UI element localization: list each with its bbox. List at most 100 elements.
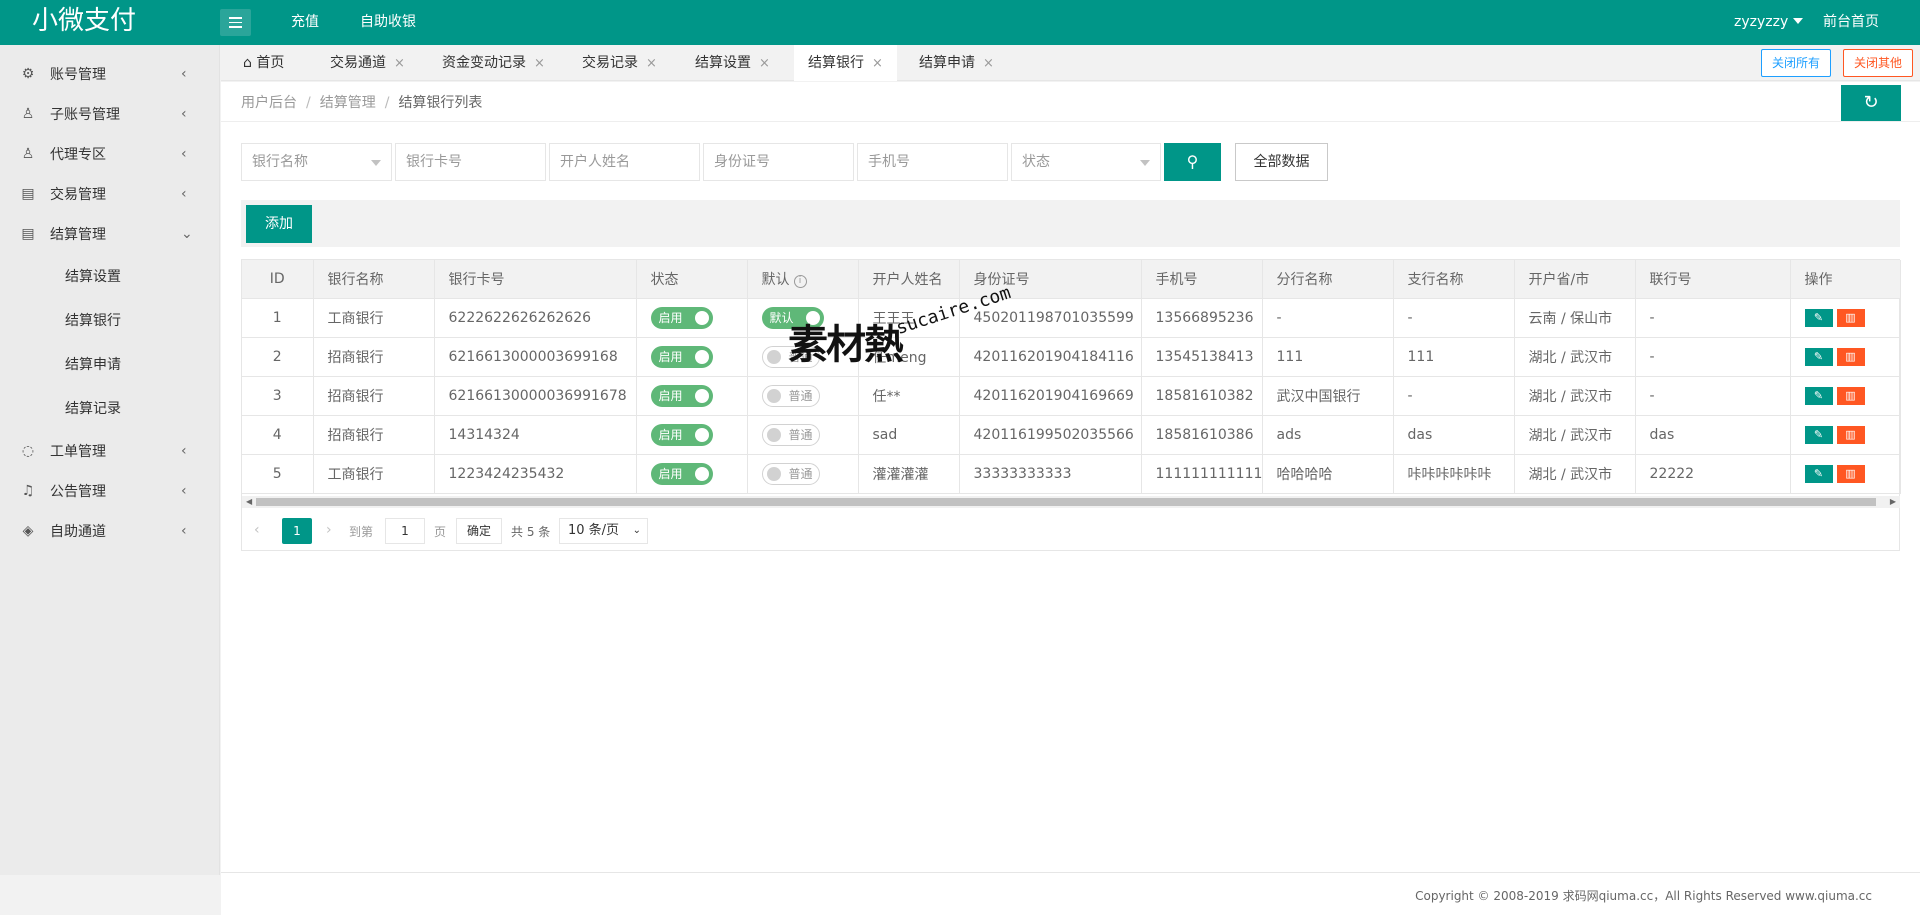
current-page[interactable]: 1	[282, 518, 312, 544]
next-page-icon[interactable]: ›	[326, 522, 332, 538]
tab-label: 首页	[256, 55, 285, 71]
caret-down-icon	[371, 160, 381, 166]
sidebar-item-account[interactable]: ⚙ 账号管理 ‹	[0, 54, 220, 94]
sidebar-item-trade[interactable]: ▤ 交易管理 ‹	[0, 174, 220, 214]
sidebar-subitem-settings[interactable]: 结算设置	[0, 254, 220, 298]
col-header-union[interactable]: 联行号	[1635, 260, 1791, 299]
breadcrumb-item[interactable]: 用户后台	[241, 95, 297, 111]
page-number-input[interactable]: 1	[385, 518, 425, 544]
col-header-subbranch[interactable]: 支行名称	[1393, 260, 1515, 299]
page-size-select[interactable]: 10 条/页 ⌄	[559, 518, 648, 544]
close-icon[interactable]: ×	[759, 56, 770, 71]
edit-icon[interactable]: ✎	[1804, 347, 1833, 366]
col-header-card[interactable]: 银行卡号	[434, 260, 637, 299]
id-number-input[interactable]: 身份证号	[703, 143, 854, 181]
sidebar-item-notice[interactable]: ♫ 公告管理 ‹	[0, 471, 220, 511]
close-icon[interactable]: ×	[534, 56, 545, 71]
close-icon[interactable]: ×	[983, 56, 994, 71]
status-toggle[interactable]: 启用	[650, 423, 713, 446]
scroll-right-icon[interactable]: ▶	[1890, 496, 1896, 508]
sidebar-subitem-records[interactable]: 结算记录	[0, 386, 220, 430]
col-header-status[interactable]: 状态	[636, 260, 748, 299]
delete-icon[interactable]: ▥	[1836, 386, 1865, 405]
horizontal-scrollbar[interactable]: ◀ ▶	[242, 496, 1900, 508]
refresh-button[interactable]: ↻	[1841, 85, 1901, 121]
status-toggle[interactable]: 启用	[650, 306, 713, 329]
sidebar-item-label: 自助通道	[50, 524, 106, 540]
chevron-left-icon: ‹	[181, 106, 187, 122]
card-number-input[interactable]: 银行卡号	[395, 143, 546, 181]
phone-input[interactable]: 手机号	[857, 143, 1008, 181]
tab-settlement-apply[interactable]: 结算申请 ×	[919, 45, 994, 81]
col-header-phone[interactable]: 手机号	[1141, 260, 1263, 299]
prev-page-icon[interactable]: ‹	[254, 522, 260, 538]
bank-name-select[interactable]: 银行名称	[241, 143, 392, 181]
status-toggle[interactable]: 启用	[650, 462, 713, 485]
front-home-link[interactable]: 前台首页	[1823, 0, 1879, 45]
tab-label: 交易记录	[582, 55, 638, 71]
sidebar-subitem-bank[interactable]: 结算银行	[0, 298, 220, 342]
scrollbar-thumb[interactable]	[256, 498, 1876, 506]
sidebar-item-settlement[interactable]: ▤ 结算管理 ⌄	[0, 214, 220, 254]
delete-icon[interactable]: ▥	[1836, 425, 1865, 444]
add-button[interactable]: 添加	[246, 205, 312, 243]
delete-icon[interactable]: ▥	[1836, 308, 1865, 327]
cell-branch: 哈哈哈哈	[1262, 454, 1394, 494]
sidebar-item-agent[interactable]: ♙ 代理专区 ‹	[0, 134, 220, 174]
top-header: 小微支付 充值 自助收银 zyzyzzy 前台首页	[0, 0, 1920, 45]
close-icon[interactable]: ×	[872, 56, 883, 71]
tab-home[interactable]: ⌂ 首页	[243, 45, 284, 81]
recharge-link[interactable]: 充值	[291, 0, 319, 45]
cell-union: -	[1635, 376, 1791, 416]
edit-icon[interactable]: ✎	[1804, 464, 1833, 483]
edit-icon[interactable]: ✎	[1804, 425, 1833, 444]
all-data-button[interactable]: 全部数据	[1235, 143, 1328, 181]
tab-trade-records[interactable]: 交易记录 ×	[582, 45, 657, 81]
default-toggle[interactable]: 普通	[761, 384, 820, 407]
table-row: 3 招商银行 62166130000036991678 启用 普通 任** 42…	[242, 376, 1901, 416]
col-header-region[interactable]: 开户省/市	[1514, 260, 1636, 299]
chevron-down-icon: ⌄	[181, 226, 193, 242]
sidebar-item-selfservice[interactable]: ◈ 自助通道 ‹	[0, 511, 220, 551]
tab-settlement-bank[interactable]: 结算银行 ×	[794, 45, 897, 81]
close-all-button[interactable]: 关闭所有	[1761, 49, 1831, 77]
sidebar-item-label: 交易管理	[50, 187, 106, 203]
sidebar-item-ticket[interactable]: ◌ 工单管理 ‹	[0, 431, 220, 471]
sidebar-item-subaccount[interactable]: ♙ 子账号管理 ‹	[0, 94, 220, 134]
edit-icon[interactable]: ✎	[1804, 308, 1833, 327]
goto-confirm-button[interactable]: 确定	[456, 518, 502, 544]
scroll-left-icon[interactable]: ◀	[246, 496, 252, 508]
delete-icon[interactable]: ▥	[1836, 347, 1865, 366]
default-toggle[interactable]: 普通	[761, 423, 820, 446]
edit-icon[interactable]: ✎	[1804, 386, 1833, 405]
cell-default: 普通	[747, 415, 859, 455]
info-icon[interactable]: i	[793, 274, 807, 288]
tab-fund-records[interactable]: 资金变动记录 ×	[442, 45, 545, 81]
search-button[interactable]: ⚲	[1164, 143, 1221, 181]
close-icon[interactable]: ×	[646, 56, 657, 71]
tab-trade-channel[interactable]: 交易通道 ×	[330, 45, 405, 81]
col-header-id[interactable]: ID	[242, 260, 314, 299]
toggle-knob	[694, 427, 709, 442]
app-logo[interactable]: 小微支付	[32, 3, 136, 39]
user-menu[interactable]: zyzyzzy	[1734, 0, 1804, 45]
status-toggle[interactable]: 启用	[650, 345, 713, 368]
holder-name-input[interactable]: 开户人姓名	[549, 143, 700, 181]
tab-settlement-settings[interactable]: 结算设置 ×	[695, 45, 770, 81]
close-other-button[interactable]: 关闭其他	[1843, 49, 1913, 77]
breadcrumb-item[interactable]: 结算管理	[320, 95, 376, 111]
menu-toggle-icon[interactable]	[220, 9, 251, 36]
status-toggle[interactable]: 启用	[650, 384, 713, 407]
close-icon[interactable]: ×	[394, 56, 405, 71]
col-header-bank[interactable]: 银行名称	[313, 260, 435, 299]
col-header-holder[interactable]: 开户人姓名	[858, 260, 960, 299]
default-toggle[interactable]: 普通	[761, 462, 820, 485]
col-header-branch[interactable]: 分行名称	[1262, 260, 1394, 299]
status-select[interactable]: 状态	[1011, 143, 1161, 181]
delete-icon[interactable]: ▥	[1836, 464, 1865, 483]
self-checkout-link[interactable]: 自助收银	[360, 0, 416, 45]
sidebar-subitem-apply[interactable]: 结算申请	[0, 342, 220, 386]
toggle-knob	[766, 466, 781, 481]
cell-id: 4	[242, 415, 314, 455]
col-header-default[interactable]: 默认 i	[747, 260, 859, 299]
